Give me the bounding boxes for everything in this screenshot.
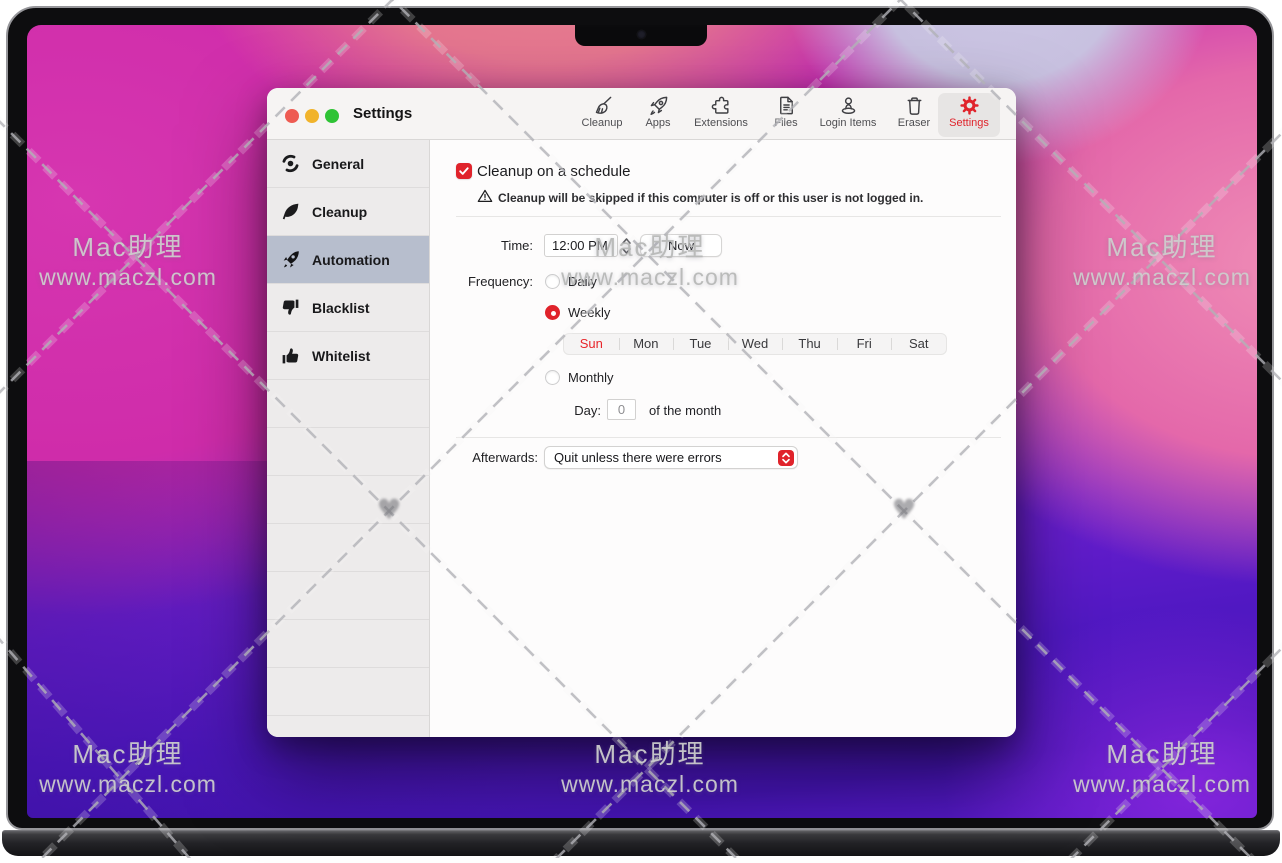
trash-icon <box>903 94 926 117</box>
popup-chevrons-icon <box>778 450 794 466</box>
sidebar-empty-row <box>267 572 429 620</box>
rocket-outline-icon <box>647 94 670 117</box>
laptop-base <box>2 830 1280 856</box>
sidebar-empty-row <box>267 428 429 476</box>
toolbar-label: Login Items <box>816 117 880 129</box>
daily-radio-label: Daily <box>568 274 597 289</box>
puzzle-icon <box>710 94 733 117</box>
sidebar-item-automation[interactable]: Automation <box>267 236 429 284</box>
toolbar-label: Cleanup <box>570 117 634 129</box>
settings-window: Settings Cleanup Apps Extensions <box>267 88 1016 737</box>
toolbar-item-cleanup[interactable]: Cleanup <box>570 93 634 137</box>
toolbar-label: Files <box>754 117 818 129</box>
weekly-radio-label: Weekly <box>568 305 610 320</box>
zoom-button[interactable] <box>325 109 339 123</box>
schedule-checkbox[interactable] <box>456 163 472 179</box>
segment-sun[interactable]: Sun <box>564 334 619 354</box>
sidebar-empty-row <box>267 524 429 572</box>
day-suffix: of the month <box>649 403 721 419</box>
gear-icon <box>958 94 981 117</box>
toolbar-item-login-items[interactable]: Login Items <box>816 93 880 137</box>
sidebar: General Cleanup Automation Blackli <box>267 140 430 737</box>
segment-tue[interactable]: Tue <box>673 334 728 354</box>
segment-wed[interactable]: Wed <box>728 334 783 354</box>
time-field[interactable]: 12:00 PM <box>544 234 618 257</box>
broom-icon <box>591 94 614 117</box>
now-button[interactable]: Now <box>640 234 722 257</box>
titlebar: Settings Cleanup Apps Extensions <box>267 88 1016 140</box>
minimize-button[interactable] <box>305 109 319 123</box>
camera-dot <box>637 30 646 39</box>
time-label: Time: <box>431 238 533 254</box>
toolbar-item-apps[interactable]: Apps <box>626 93 690 137</box>
sidebar-empty-row <box>267 620 429 668</box>
close-button[interactable] <box>285 109 299 123</box>
toolbar-label: Extensions <box>689 117 753 129</box>
warning-text: Cleanup will be skipped if this computer… <box>498 191 923 205</box>
sidebar-empty-row <box>267 668 429 716</box>
sidebar-item-whitelist[interactable]: Whitelist <box>267 332 429 380</box>
automation-pane: Cleanup on a schedule Cleanup will be sk… <box>431 140 1016 737</box>
segment-fri[interactable]: Fri <box>837 334 892 354</box>
sidebar-label: Automation <box>312 252 390 268</box>
frequency-label: Frequency: <box>431 274 533 290</box>
toolbar-label: Settings <box>938 117 1000 129</box>
thumbs-up-icon <box>280 345 301 366</box>
monthly-radio-label: Monthly <box>568 370 614 385</box>
afterwards-label: Afterwards: <box>431 450 538 466</box>
sidebar-item-blacklist[interactable]: Blacklist <box>267 284 429 332</box>
sidebar-label: Whitelist <box>312 348 370 364</box>
sidebar-item-cleanup[interactable]: Cleanup <box>267 188 429 236</box>
person-icon <box>837 94 860 117</box>
window-title: Settings <box>353 88 412 140</box>
toolbar-item-eraser[interactable]: Eraser <box>882 93 946 137</box>
sidebar-label: Cleanup <box>312 204 367 220</box>
toolbar-label: Apps <box>626 117 690 129</box>
daily-radio[interactable] <box>545 274 560 289</box>
time-stepper[interactable] <box>620 235 633 257</box>
weekday-segmented-control: Sun Mon Tue Wed Thu Fri Sat <box>563 333 947 355</box>
toolbar-label: Eraser <box>882 117 946 129</box>
checkmark-icon <box>457 164 471 178</box>
segment-sat[interactable]: Sat <box>891 334 946 354</box>
sidebar-empty-row <box>267 716 429 737</box>
sidebar-label: General <box>312 156 364 172</box>
toolbar-item-settings[interactable]: Settings <box>938 93 1000 137</box>
sidebar-empty-row <box>267 476 429 524</box>
sidebar-item-general[interactable]: General <box>267 140 429 188</box>
warning-icon <box>477 188 493 204</box>
scan-swirl-icon <box>280 153 301 174</box>
divider <box>456 437 1001 438</box>
document-icon <box>775 94 798 117</box>
divider <box>456 216 1001 217</box>
schedule-checkbox-label: Cleanup on a schedule <box>477 164 630 180</box>
segment-thu[interactable]: Thu <box>782 334 837 354</box>
feather-icon <box>280 201 301 222</box>
thumbs-down-icon <box>280 297 301 318</box>
day-of-month-field[interactable]: 0 <box>607 399 636 420</box>
afterwards-popup[interactable]: Quit unless there were errors <box>544 446 798 469</box>
weekly-radio[interactable] <box>545 305 560 320</box>
notch <box>575 25 707 46</box>
rocket-icon <box>280 249 301 270</box>
day-label: Day: <box>531 403 601 419</box>
monthly-radio[interactable] <box>545 370 560 385</box>
afterwards-popup-value: Quit unless there were errors <box>554 450 722 465</box>
toolbar-item-extensions[interactable]: Extensions <box>689 93 753 137</box>
sidebar-label: Blacklist <box>312 300 370 316</box>
segment-mon[interactable]: Mon <box>619 334 674 354</box>
sidebar-empty-row <box>267 380 429 428</box>
toolbar-item-files[interactable]: Files <box>754 93 818 137</box>
